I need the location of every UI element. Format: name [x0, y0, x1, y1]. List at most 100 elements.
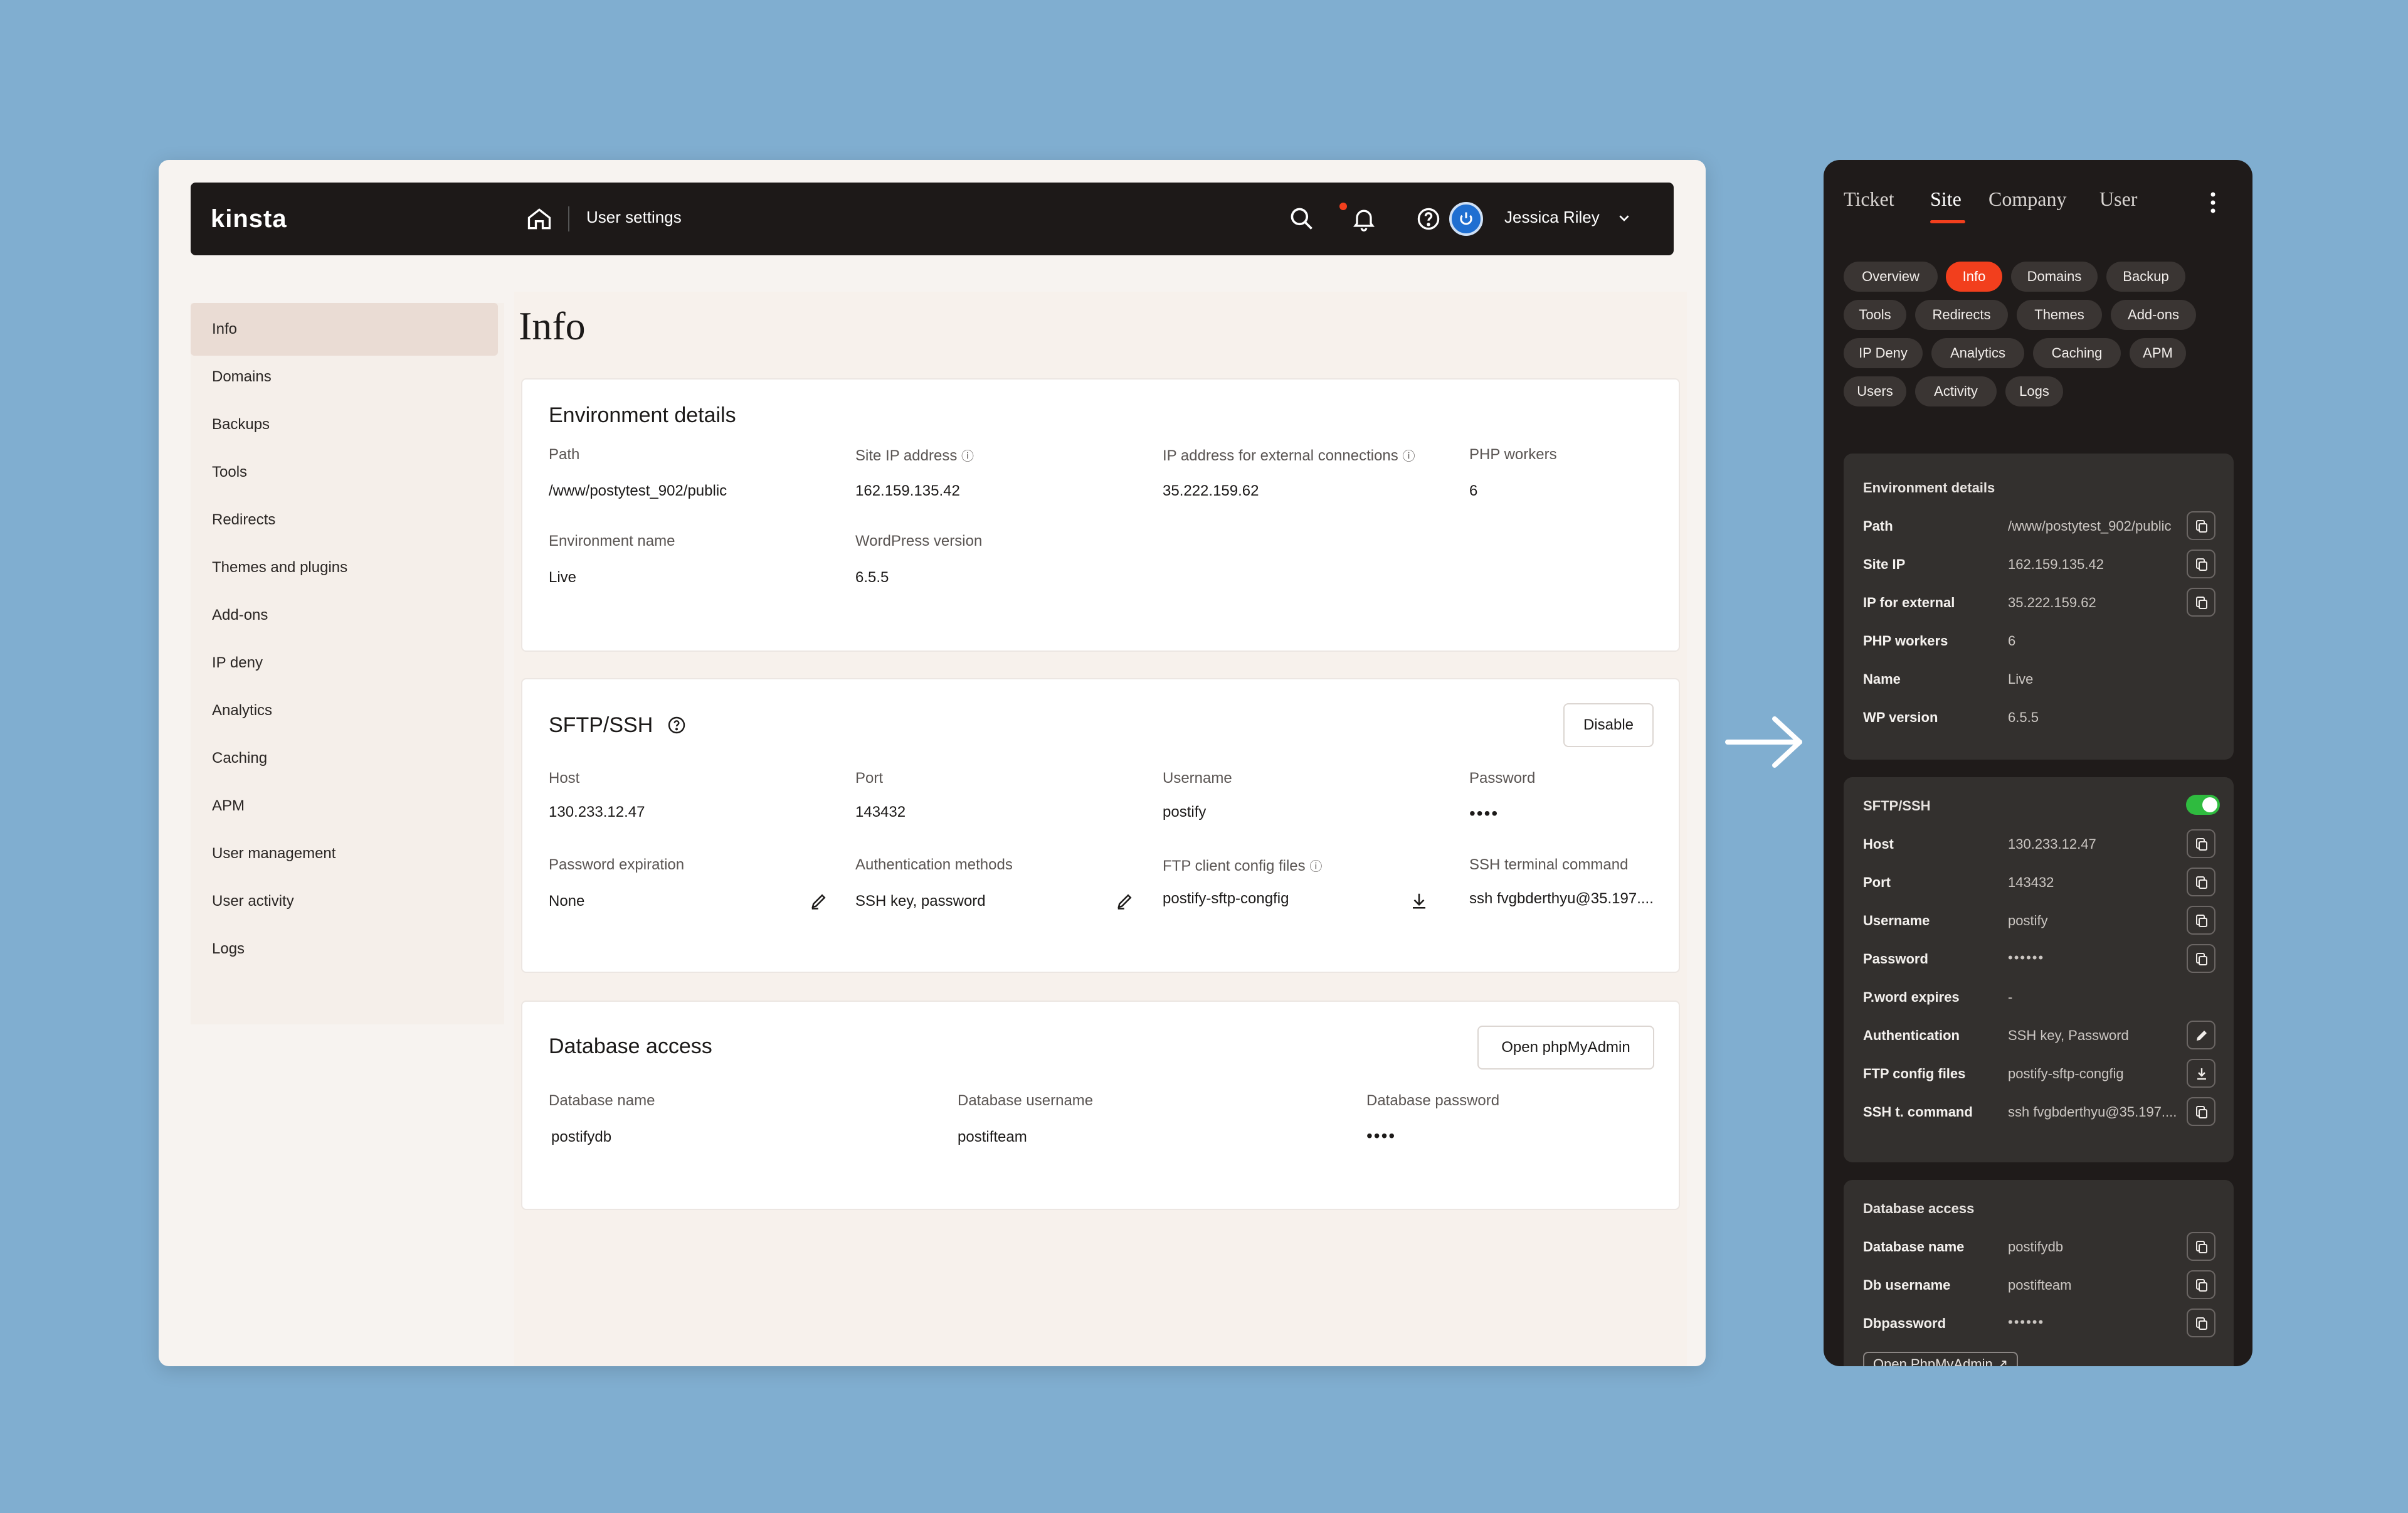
sidebar-item-themes-and-plugins[interactable]: Themes and plugins [191, 541, 498, 594]
copy-button[interactable] [2187, 944, 2215, 973]
password-value[interactable]: •••• [1469, 804, 1499, 824]
sidebar-item-tools[interactable]: Tools [191, 446, 498, 499]
bell-icon[interactable] [1350, 205, 1378, 233]
pill-tools[interactable]: Tools [1844, 300, 1906, 330]
open-phpmyadmin-button[interactable]: Open phpMyAdmin [1477, 1026, 1654, 1070]
path-value[interactable]: /www/postytest_902/public [549, 482, 727, 500]
sidebar-item-add-ons[interactable]: Add-ons [191, 589, 498, 642]
chevron-down-icon[interactable] [1614, 208, 1634, 228]
host-label: Host [549, 770, 580, 787]
desktop-window: kinsta User settings Jessica Riley Info … [159, 160, 1706, 1366]
copy-button[interactable] [2187, 1097, 2215, 1126]
sidebar-item-backups[interactable]: Backups [191, 398, 498, 451]
pill-analytics[interactable]: Analytics [1931, 338, 2024, 368]
help-icon[interactable] [667, 715, 687, 735]
authentication-label: Authentication [1863, 1027, 1960, 1043]
info-icon[interactable]: ⓘ [1309, 860, 1322, 874]
card-title: SFTP/SSH [549, 713, 687, 738]
copy-button[interactable] [2187, 588, 2215, 617]
pill-logs[interactable]: Logs [2005, 376, 2063, 406]
tab-ticket[interactable]: Ticket [1844, 188, 1894, 211]
card-title: Environment details [549, 403, 736, 427]
php-workers-value: 6 [1469, 482, 1478, 499]
info-icon[interactable]: ⓘ [1402, 450, 1415, 464]
host-value: 130.233.12.47 [2008, 836, 2096, 852]
edit-icon[interactable] [810, 891, 828, 910]
help-icon[interactable] [1415, 205, 1442, 233]
sidebar-item-ip-deny[interactable]: IP deny [191, 637, 498, 689]
download-button[interactable] [2187, 1059, 2215, 1088]
sftp-toggle[interactable] [2186, 795, 2220, 815]
database-name-label: Database name [1863, 1239, 1965, 1255]
home-icon[interactable] [525, 205, 553, 233]
ssh-command-value[interactable]: ssh fvgbderthyu@35.197.... [1469, 890, 1654, 908]
pill-domains[interactable]: Domains [2011, 262, 2098, 292]
copy-button[interactable] [2187, 1270, 2215, 1299]
copy-button[interactable] [2187, 549, 2215, 578]
site-ip-value[interactable]: 162.159.135.42 [855, 482, 960, 500]
search-icon[interactable] [1288, 205, 1316, 233]
breadcrumb[interactable]: User settings [586, 208, 682, 227]
database-name-value[interactable]: postifydb [551, 1128, 611, 1146]
pill-redirects[interactable]: Redirects [1915, 300, 2008, 330]
copy-button[interactable] [2187, 511, 2215, 540]
tab-user[interactable]: User [2099, 188, 2137, 211]
pill-activity[interactable]: Activity [1915, 376, 1997, 406]
kinsta-logo[interactable]: kinsta [211, 205, 287, 233]
copy-button[interactable] [2187, 868, 2215, 896]
pill-caching[interactable]: Caching [2033, 338, 2121, 368]
pill-users[interactable]: Users [1844, 376, 1906, 406]
pill-info[interactable]: Info [1946, 262, 2002, 292]
sidebar-item-logs[interactable]: Logs [191, 923, 498, 975]
copy-icon [2196, 915, 2207, 927]
pill-backup[interactable]: Backup [2106, 262, 2185, 292]
sidebar-item-redirects[interactable]: Redirects [191, 494, 498, 546]
sftp-ssh-card: SFTP/SSH Disable Host 130.233.12.47 Port… [521, 678, 1680, 973]
database-password-label: Database password [1366, 1092, 1500, 1109]
sidebar-item-info[interactable]: Info [191, 303, 498, 356]
copy-button[interactable] [2187, 1309, 2215, 1337]
sidebar-item-analytics[interactable]: Analytics [191, 684, 498, 737]
external-ip-value[interactable]: 35.222.159.62 [1163, 482, 1259, 500]
copy-button[interactable] [2187, 829, 2215, 858]
sidebar-item-user-management[interactable]: User management [191, 827, 498, 880]
tab-company[interactable]: Company [1988, 188, 2066, 211]
disable-button[interactable]: Disable [1563, 703, 1654, 747]
user-name[interactable]: Jessica Riley [1504, 208, 1600, 227]
pill-add-ons[interactable]: Add-ons [2111, 300, 2196, 330]
edit-button[interactable] [2187, 1021, 2215, 1049]
tab-site[interactable]: Site [1930, 188, 1962, 211]
ftp-config-label: FTP client config files ⓘ [1163, 857, 1323, 874]
sidebar-item-caching[interactable]: Caching [191, 732, 498, 785]
username-value[interactable]: postify [1163, 804, 1206, 821]
avatar[interactable] [1449, 202, 1483, 236]
database-username-value[interactable]: postifteam [958, 1128, 1027, 1146]
active-tab-indicator [1930, 220, 1965, 223]
sidebar-item-domains[interactable]: Domains [191, 351, 498, 403]
port-value[interactable]: 143432 [855, 804, 906, 821]
more-options-icon[interactable] [2210, 191, 2215, 214]
pill-apm[interactable]: APM [2130, 338, 2186, 368]
copy-button[interactable] [2187, 1232, 2215, 1261]
php-workers-label: PHP workers [1469, 446, 1557, 463]
pill-overview[interactable]: Overview [1844, 262, 1938, 292]
copy-icon [2196, 876, 2207, 889]
sidebar-item-apm[interactable]: APM [191, 780, 498, 832]
card-title: Environment details [1863, 480, 1995, 496]
info-icon[interactable]: ⓘ [961, 450, 974, 464]
copy-button[interactable] [2187, 906, 2215, 935]
pill-ip-deny[interactable]: IP Deny [1844, 338, 1923, 368]
copy-icon [2196, 1317, 2207, 1330]
edit-icon[interactable] [1116, 891, 1134, 910]
sidebar-item-user-activity[interactable]: User activity [191, 875, 498, 928]
copy-icon [2196, 1106, 2207, 1118]
database-password-value[interactable]: •••• [1366, 1126, 1396, 1146]
edit-icon [2197, 1031, 2207, 1041]
download-icon[interactable] [1410, 891, 1428, 910]
ftp-config-value[interactable]: postify-sftp-congfig [1163, 890, 1289, 908]
db-username-label: Db username [1863, 1277, 1951, 1293]
open-phpmyadmin-link[interactable]: Open PhpMyAdmin ↗ [1863, 1352, 2019, 1366]
host-value[interactable]: 130.233.12.47 [549, 804, 645, 821]
pill-themes[interactable]: Themes [2017, 300, 2102, 330]
authentication-methods-label: Authentication methods [855, 856, 1013, 873]
